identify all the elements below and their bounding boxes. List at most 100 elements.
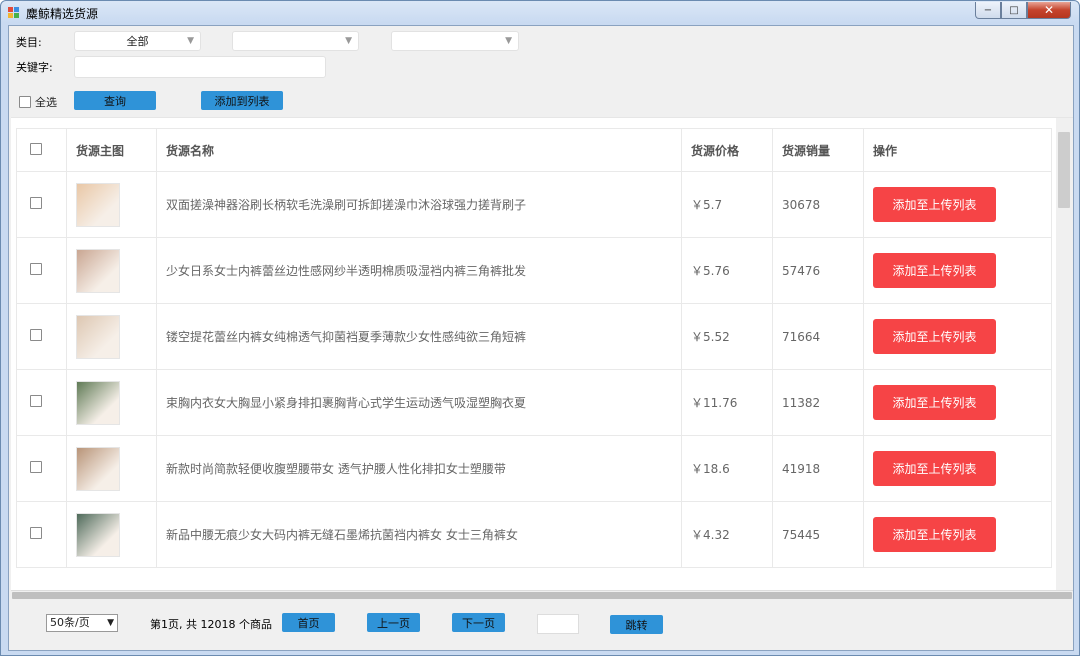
row-checkbox-cell bbox=[16, 435, 67, 502]
category-select[interactable]: 全部 ▼ bbox=[74, 31, 201, 51]
product-sales: 57476 bbox=[772, 237, 864, 304]
sub-subcategory-select[interactable]: ▼ bbox=[391, 31, 519, 51]
action-cell: 添加至上传列表 bbox=[863, 171, 1052, 238]
product-name: 新款时尚简款轻便收腹塑腰带女 透气护腰人性化排扣女士塑腰带 bbox=[156, 435, 682, 502]
row-checkbox[interactable] bbox=[30, 527, 42, 539]
add-to-upload-list-button[interactable]: 添加至上传列表 bbox=[873, 253, 996, 288]
product-image-cell bbox=[66, 501, 157, 568]
product-image[interactable] bbox=[76, 380, 120, 425]
client-area: 类目: 全部 ▼ ▼ ▼ 关键字: 全选 查询 添加到列表 货源主图 货源名称 … bbox=[8, 25, 1074, 651]
product-image-cell bbox=[66, 171, 157, 238]
close-button[interactable]: ✕ bbox=[1027, 2, 1071, 19]
vertical-scrollbar[interactable] bbox=[1056, 118, 1073, 590]
minimize-button[interactable]: − bbox=[975, 2, 1001, 19]
row-checkbox[interactable] bbox=[30, 461, 42, 473]
product-price: ￥5.7 bbox=[681, 171, 773, 238]
action-cell: 添加至上传列表 bbox=[863, 369, 1052, 436]
product-image[interactable] bbox=[76, 182, 120, 227]
table-row: 束胸内衣女大胸显小紧身排扣裹胸背心式学生运动透气吸湿塑胸衣夏 ￥11.76 1138… bbox=[16, 369, 1052, 436]
product-name: 双面搓澡神器浴刷长柄软毛洗澡刷可拆卸搓澡巾沐浴球强力搓背刷子 bbox=[156, 171, 682, 238]
category-label: 类目: bbox=[16, 36, 42, 49]
prev-page-button[interactable]: 上一页 bbox=[367, 613, 420, 632]
add-to-upload-list-button[interactable]: 添加至上传列表 bbox=[873, 319, 996, 354]
product-price: ￥18.6 bbox=[681, 435, 773, 502]
row-checkbox[interactable] bbox=[30, 395, 42, 407]
select-all-label: 全选 bbox=[35, 96, 57, 109]
add-to-upload-list-button[interactable]: 添加至上传列表 bbox=[873, 187, 996, 222]
add-to-list-button[interactable]: 添加到列表 bbox=[201, 91, 283, 110]
page-info: 第1页, 共 12018 个商品 bbox=[150, 618, 272, 631]
table-header-row: 货源主图 货源名称 货源价格 货源销量 操作 bbox=[16, 128, 1052, 172]
vertical-scroll-thumb[interactable] bbox=[1058, 132, 1070, 208]
header-checkbox-cell bbox=[16, 128, 67, 172]
product-name: 少女日系女士内裤蕾丝边性感网纱半透明棉质吸湿裆内裤三角裤批发 bbox=[156, 237, 682, 304]
chevron-down-icon: ▼ bbox=[187, 36, 194, 46]
jump-button[interactable]: 跳转 bbox=[610, 615, 663, 634]
header-name: 货源名称 bbox=[156, 128, 682, 172]
product-sales: 41918 bbox=[772, 435, 864, 502]
add-to-upload-list-button[interactable]: 添加至上传列表 bbox=[873, 517, 996, 552]
row-checkbox-cell bbox=[16, 303, 67, 370]
header-price: 货源价格 bbox=[681, 128, 773, 172]
product-name: 新品中腰无痕少女大码内裤无缝石墨烯抗菌裆内裤女 女士三角裤女 bbox=[156, 501, 682, 568]
query-button[interactable]: 查询 bbox=[74, 91, 156, 110]
row-checkbox-cell bbox=[16, 369, 67, 436]
keyword-input[interactable] bbox=[74, 56, 326, 78]
page-size-select[interactable]: 50条/页 ▼ bbox=[46, 614, 118, 632]
product-image-cell bbox=[66, 237, 157, 304]
product-sales: 71664 bbox=[772, 303, 864, 370]
title-bar: 麋鲸精选货源 − □ ✕ bbox=[1, 1, 1079, 25]
add-to-upload-list-button[interactable]: 添加至上传列表 bbox=[873, 451, 996, 486]
table-row: 新品中腰无痕少女大码内裤无缝石墨烯抗菌裆内裤女 女士三角裤女 ￥4.32 75445… bbox=[16, 501, 1052, 568]
product-price: ￥5.52 bbox=[681, 303, 773, 370]
product-image[interactable] bbox=[76, 446, 120, 491]
horizontal-scrollbar[interactable] bbox=[11, 590, 1073, 600]
action-cell: 添加至上传列表 bbox=[863, 237, 1052, 304]
product-price: ￥11.76 bbox=[681, 369, 773, 436]
product-sales: 75445 bbox=[772, 501, 864, 568]
product-price: ￥5.76 bbox=[681, 237, 773, 304]
product-name: 束胸内衣女大胸显小紧身排扣裹胸背心式学生运动透气吸湿塑胸衣夏 bbox=[156, 369, 682, 436]
header-image: 货源主图 bbox=[66, 128, 157, 172]
horizontal-scroll-thumb[interactable] bbox=[12, 592, 1072, 599]
action-cell: 添加至上传列表 bbox=[863, 435, 1052, 502]
product-price: ￥4.32 bbox=[681, 501, 773, 568]
maximize-button[interactable]: □ bbox=[1001, 2, 1027, 19]
subcategory-select[interactable]: ▼ bbox=[232, 31, 359, 51]
app-icon bbox=[8, 7, 20, 19]
table-row: 新款时尚简款轻便收腹塑腰带女 透气护腰人性化排扣女士塑腰带 ￥18.6 41918 添… bbox=[16, 435, 1052, 502]
first-page-button[interactable]: 首页 bbox=[282, 613, 335, 632]
row-checkbox[interactable] bbox=[30, 263, 42, 275]
product-name: 镂空提花蕾丝内裤女纯棉透气抑菌裆夏季薄款少女性感纯欲三角短裤 bbox=[156, 303, 682, 370]
product-image[interactable] bbox=[76, 314, 120, 359]
keyword-label: 关键字: bbox=[16, 61, 53, 74]
category-select-value: 全部 bbox=[126, 35, 149, 48]
header-action: 操作 bbox=[863, 128, 1052, 172]
product-image[interactable] bbox=[76, 248, 120, 293]
product-image-cell bbox=[66, 303, 157, 370]
header-checkbox[interactable] bbox=[30, 142, 42, 155]
table-row: 双面搓澡神器浴刷长柄软毛洗澡刷可拆卸搓澡巾沐浴球强力搓背刷子 ￥5.7 30678 添… bbox=[16, 171, 1052, 238]
next-page-button[interactable]: 下一页 bbox=[452, 613, 505, 632]
product-table-panel: 货源主图 货源名称 货源价格 货源销量 操作 双面搓澡神器浴刷长柄软毛洗澡刷可拆… bbox=[11, 117, 1073, 590]
window-title: 麋鲸精选货源 bbox=[26, 7, 99, 21]
action-cell: 添加至上传列表 bbox=[863, 501, 1052, 568]
jump-page-input[interactable] bbox=[537, 614, 579, 634]
select-all-checkbox[interactable] bbox=[19, 96, 31, 108]
add-to-upload-list-button[interactable]: 添加至上传列表 bbox=[873, 385, 996, 420]
row-checkbox-cell bbox=[16, 171, 67, 238]
app-window: 麋鲸精选货源 − □ ✕ 类目: 全部 ▼ ▼ ▼ 关键字: 全选 查询 添加到… bbox=[0, 0, 1080, 656]
product-image[interactable] bbox=[76, 512, 120, 557]
product-sales: 11382 bbox=[772, 369, 864, 436]
row-checkbox[interactable] bbox=[30, 329, 42, 341]
row-checkbox[interactable] bbox=[30, 197, 42, 209]
product-image-cell bbox=[66, 435, 157, 502]
table-row: 镂空提花蕾丝内裤女纯棉透气抑菌裆夏季薄款少女性感纯欲三角短裤 ￥5.52 71664… bbox=[16, 303, 1052, 370]
chevron-down-icon: ▼ bbox=[107, 618, 114, 628]
chevron-down-icon: ▼ bbox=[345, 36, 352, 46]
select-all[interactable]: 全选 bbox=[19, 94, 57, 110]
row-checkbox-cell bbox=[16, 501, 67, 568]
row-checkbox-cell bbox=[16, 237, 67, 304]
product-image-cell bbox=[66, 369, 157, 436]
action-cell: 添加至上传列表 bbox=[863, 303, 1052, 370]
